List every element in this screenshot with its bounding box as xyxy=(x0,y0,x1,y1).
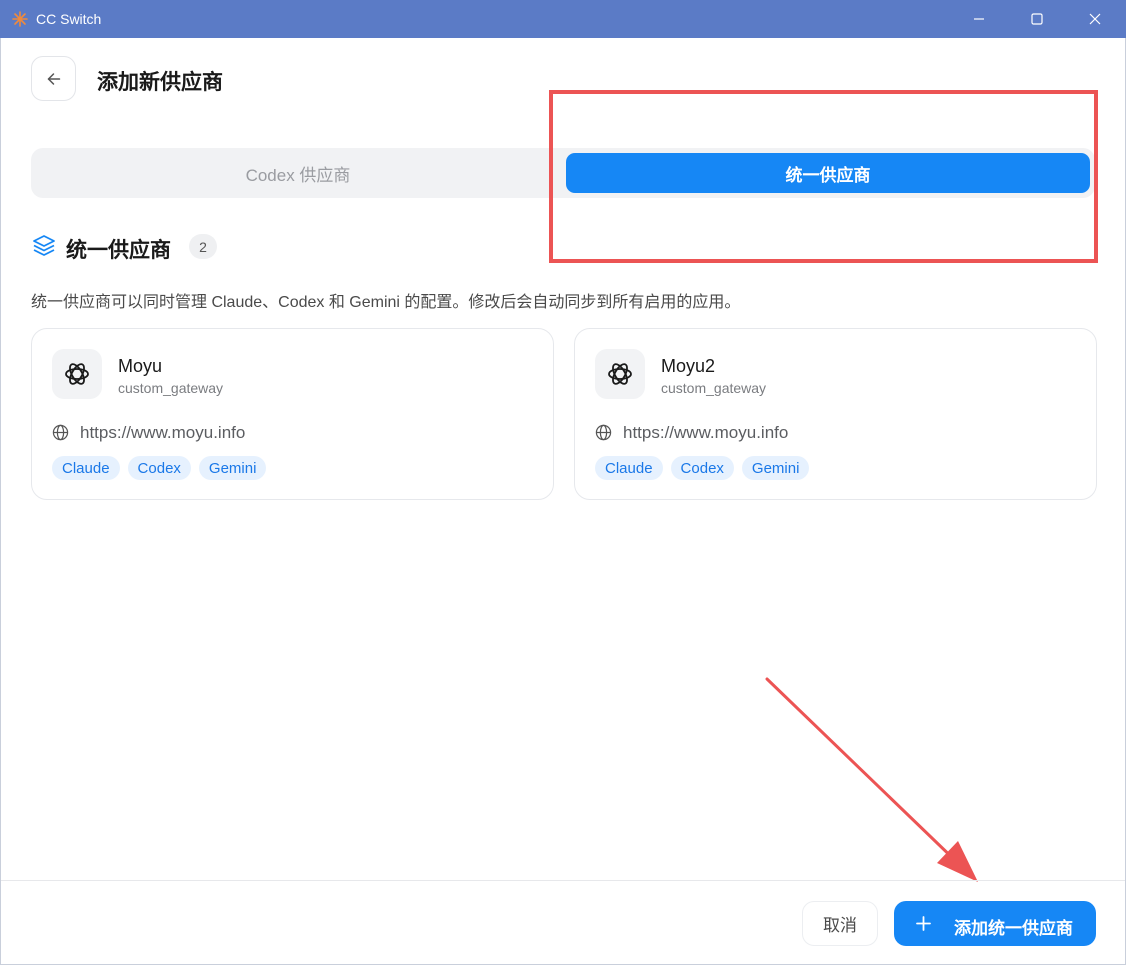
provider-avatar xyxy=(595,349,645,399)
minimize-button[interactable] xyxy=(950,0,1008,38)
cancel-button[interactable]: 取消 xyxy=(802,901,878,946)
tag-claude: Claude xyxy=(595,456,663,480)
close-button[interactable] xyxy=(1066,0,1124,38)
maximize-icon xyxy=(1031,13,1043,25)
provider-type: custom_gateway xyxy=(118,380,224,396)
provider-count-badge: 2 xyxy=(189,234,217,259)
close-icon xyxy=(1089,13,1101,25)
title-bar: CC Switch xyxy=(0,0,1126,38)
section-description: 统一供应商可以同时管理 Claude、Codex 和 Gemini 的配置。修改… xyxy=(31,294,741,311)
layers-icon xyxy=(33,235,55,256)
provider-type: custom_gateway xyxy=(661,380,767,396)
globe-icon xyxy=(52,424,69,441)
arrow-left-icon xyxy=(47,72,60,85)
provider-url: https://www.moyu.info xyxy=(80,423,246,442)
globe-icon xyxy=(595,424,612,441)
window-title: CC Switch xyxy=(36,11,102,27)
provider-card-moyu[interactable]: Moyu custom_gateway https://www.moyu.inf… xyxy=(31,328,554,500)
tag-gemini: Gemini xyxy=(741,456,810,480)
app-tags: Claude Codex Gemini xyxy=(52,456,267,480)
minimize-icon xyxy=(974,18,984,20)
maximize-button[interactable] xyxy=(1008,0,1066,38)
back-button[interactable] xyxy=(31,56,76,101)
provider-avatar xyxy=(52,349,102,399)
section-title: 统一供应商 xyxy=(66,239,171,262)
plus-icon xyxy=(916,916,931,931)
page-title: 添加新供应商 xyxy=(97,71,223,94)
tab-unified-provider[interactable]: 统一供应商 xyxy=(566,153,1090,193)
tab-codex-provider[interactable]: Codex 供应商 xyxy=(36,153,560,193)
add-unified-provider-button[interactable]: 添加统一供应商 xyxy=(894,901,1096,946)
provider-card-moyu2[interactable]: Moyu2 custom_gateway https://www.moyu.in… xyxy=(574,328,1097,500)
tag-codex: Codex xyxy=(127,456,191,480)
footer-divider xyxy=(1,880,1125,881)
openai-logo-icon xyxy=(608,363,632,385)
tag-codex: Codex xyxy=(670,456,734,480)
tag-claude: Claude xyxy=(52,456,120,480)
provider-type-tabs: Codex 供应商 统一供应商 xyxy=(31,148,1095,198)
tag-gemini: Gemini xyxy=(198,456,267,480)
openai-logo-icon xyxy=(65,363,89,385)
provider-url: https://www.moyu.info xyxy=(623,423,789,442)
provider-name: Moyu2 xyxy=(661,356,716,376)
provider-name: Moyu xyxy=(118,356,163,376)
add-button-label: 添加统一供应商 xyxy=(954,919,1073,938)
app-tags: Claude Codex Gemini xyxy=(595,456,810,480)
sunburst-logo-icon xyxy=(12,11,28,27)
